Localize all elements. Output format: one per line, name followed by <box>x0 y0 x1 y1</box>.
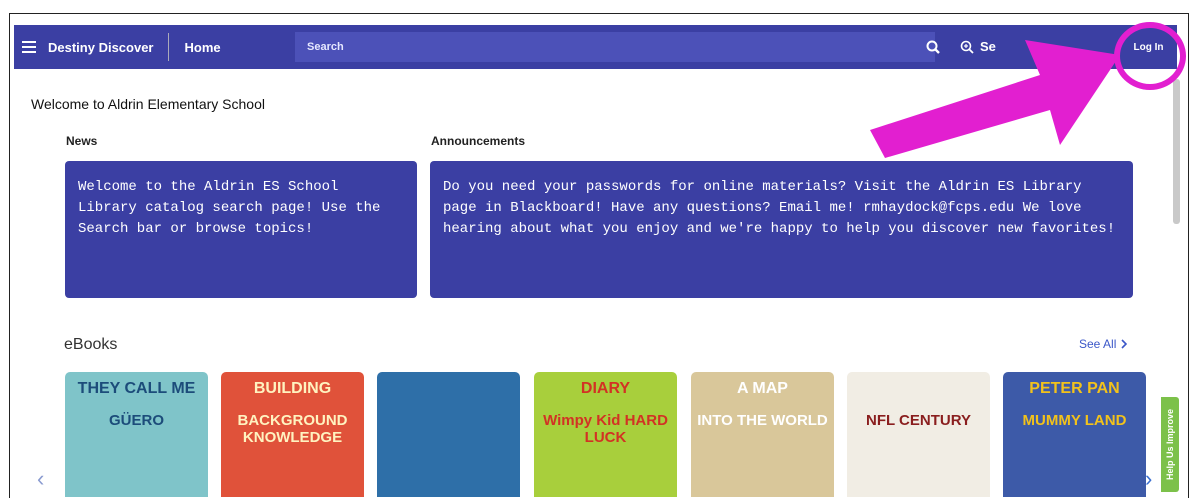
page-title: Welcome to Aldrin Elementary School <box>31 96 265 112</box>
announcements-heading: Announcements <box>431 134 526 148</box>
annotation-arrow-icon <box>870 40 1120 158</box>
see-all-label: See All <box>1079 337 1117 351</box>
ebook-title-line: A MAP <box>737 380 788 397</box>
help-us-improve-tab[interactable]: Help Us Improve <box>1161 397 1179 492</box>
home-link[interactable]: Home <box>185 40 221 55</box>
announcements-panel: Do you need your passwords for online ma… <box>430 161 1133 298</box>
ebook-subtitle-line: BACKGROUND KNOWLEDGE <box>237 412 348 446</box>
annotation-circle <box>1114 22 1186 90</box>
news-panel: Welcome to the Aldrin ES School Library … <box>65 161 417 298</box>
ebook-subtitle-line: NFL CENTURY <box>866 412 971 429</box>
ebook-subtitle-line: Wimpy Kid HARD LUCK <box>543 412 668 446</box>
carousel-next-icon[interactable]: › <box>1145 466 1152 492</box>
news-heading: News <box>66 134 98 148</box>
ebook-cover[interactable]: NFL CENTURY <box>847 372 990 497</box>
search-bar[interactable] <box>295 32 940 62</box>
ebook-cover[interactable]: BUILDING BACKGROUND KNOWLEDGE <box>221 372 364 497</box>
ebook-cover[interactable]: DIARY Wimpy Kid HARD LUCK <box>534 372 677 497</box>
ebook-subtitle-line: MUMMY LAND <box>1022 412 1127 429</box>
chevron-right-icon <box>1121 339 1128 349</box>
ebook-subtitle-line: INTO THE WORLD <box>697 412 828 429</box>
nav-divider <box>167 33 169 61</box>
ebook-subtitle-line: GÜERO <box>108 412 164 429</box>
ebook-cover[interactable] <box>377 372 520 497</box>
menu-icon[interactable] <box>22 41 36 53</box>
scrollbar[interactable] <box>1173 79 1180 224</box>
ebook-cover[interactable]: THEY CALL ME GÜERO <box>65 372 208 497</box>
ebook-title-line: DIARY <box>580 380 631 397</box>
ebook-cover[interactable]: A MAP INTO THE WORLD <box>691 372 834 497</box>
brand-title[interactable]: Destiny Discover <box>48 40 154 55</box>
see-all-link[interactable]: See All <box>1079 337 1128 351</box>
carousel-prev-icon[interactable]: ‹ <box>37 466 44 492</box>
ebook-title-line: BUILDING <box>253 380 332 397</box>
ebook-title-line: PETER PAN <box>1029 380 1120 397</box>
ebooks-heading: eBooks <box>64 336 118 353</box>
ebook-title-line: THEY CALL ME <box>77 380 196 397</box>
search-input[interactable] <box>305 40 909 54</box>
ebook-cover[interactable]: PETER PAN MUMMY LAND <box>1003 372 1146 497</box>
